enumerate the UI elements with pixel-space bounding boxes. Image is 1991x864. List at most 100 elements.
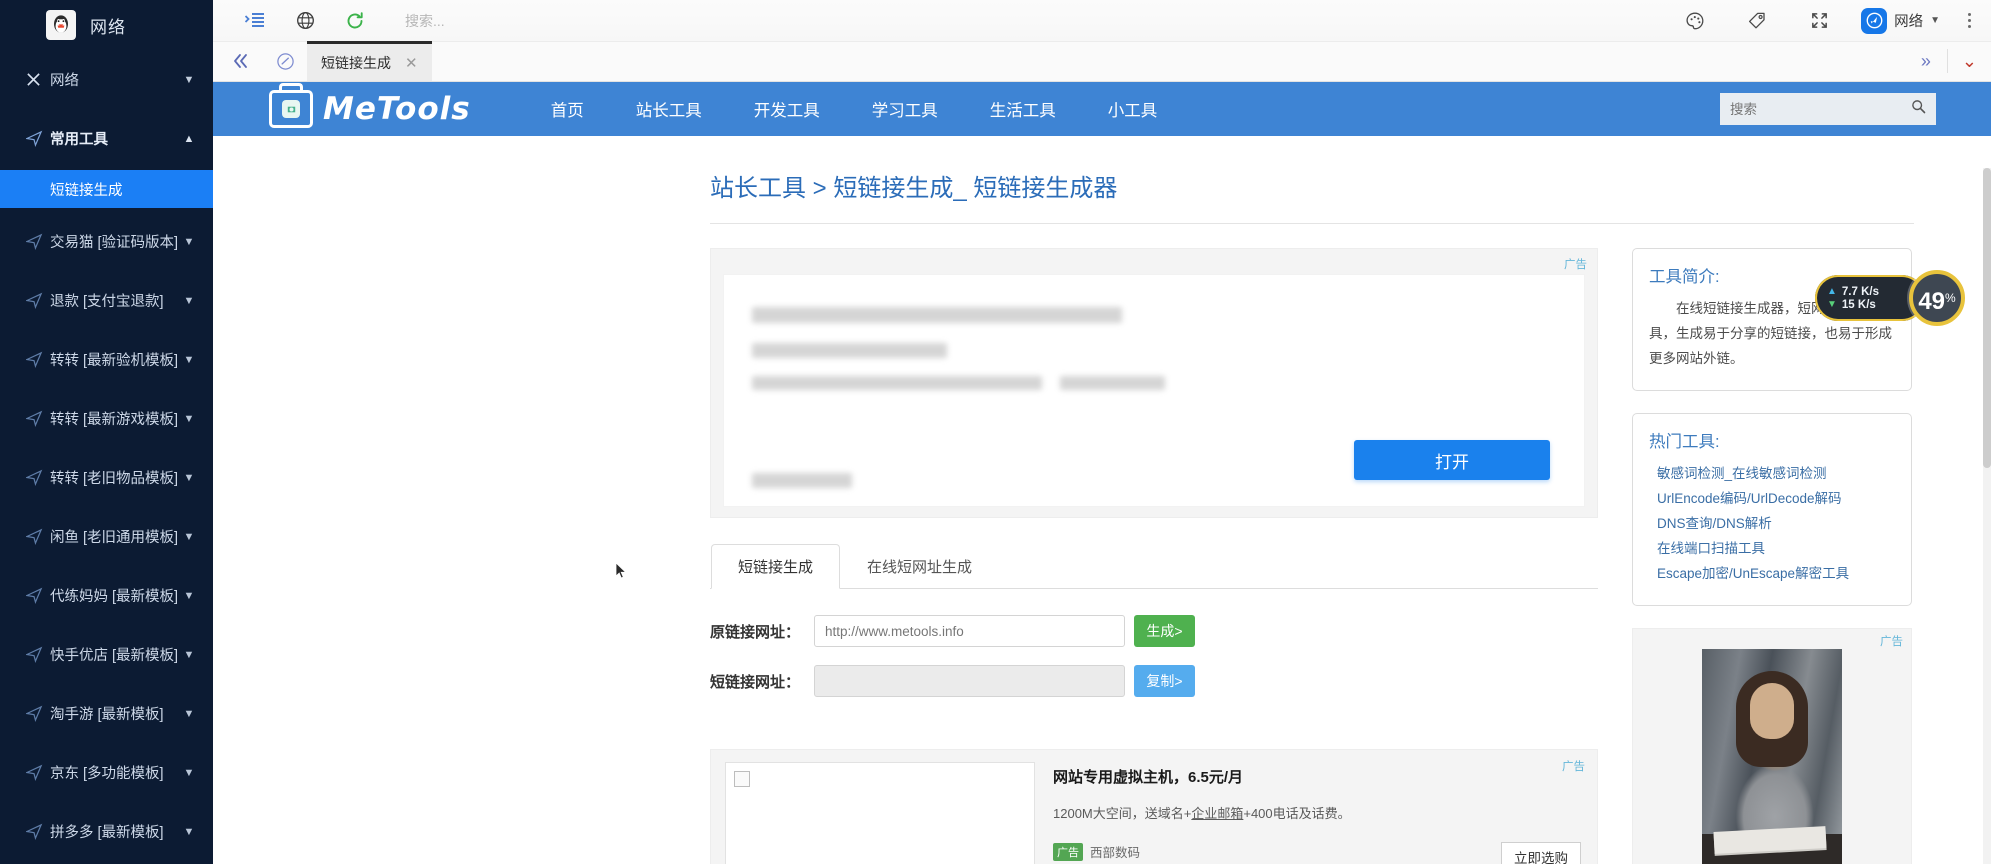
hot-tool-link[interactable]: UrlEncode编码/UrlDecode解码 <box>1657 491 1842 506</box>
form-tab[interactable]: 短链接生成 <box>711 544 840 589</box>
send-plane-icon <box>26 764 50 781</box>
chevron-up-icon[interactable]: ▲ <box>181 133 197 145</box>
short-link-form: 原链接网址： 生成> 短链接网址： 复制> <box>710 589 1598 697</box>
ad-label: 广告 <box>1562 758 1585 774</box>
source-url-input[interactable] <box>814 615 1125 647</box>
site-nav-item[interactable]: 学习工具 <box>846 97 964 121</box>
toolbar-search-placeholder[interactable]: 搜索... <box>405 11 445 31</box>
ad-source: 西部数码 <box>1090 842 1140 861</box>
double-chevron-left-icon[interactable] <box>219 41 263 81</box>
x-close-icon <box>26 72 50 87</box>
site-nav-item[interactable]: 开发工具 <box>728 97 846 121</box>
sidebar-item[interactable]: 转转 [老旧物品模板]▼ <box>0 448 213 507</box>
redacted-text-line <box>752 473 852 488</box>
chevron-down-icon[interactable]: ▼ <box>181 354 197 366</box>
sidebar-subitems: 短链接生成 <box>0 168 213 212</box>
send-plane-icon <box>26 292 50 309</box>
sidebar-item[interactable]: 拼多多 [最新模板]▼ <box>0 802 213 861</box>
bottom-ad-image[interactable] <box>725 762 1035 864</box>
browser-tab-active[interactable]: 短链接生成 ✕ <box>307 41 432 81</box>
sidebar-item-list: 交易猫 [验证码版本]▼退款 [支付宝退款]▼转转 [最新验机模板]▼转转 [最… <box>0 212 213 861</box>
sidebar-item[interactable]: 快手优店 [最新模板]▼ <box>0 625 213 684</box>
palette-icon[interactable] <box>1675 1 1715 41</box>
buy-now-button[interactable]: 立即选购 <box>1501 842 1581 864</box>
list-item: 在线端口扫描工具 <box>1657 537 1895 558</box>
sidebar-item[interactable]: 转转 [最新验机模板]▼ <box>0 330 213 389</box>
speedometer-icon[interactable] <box>263 41 307 81</box>
redacted-text-line <box>752 343 947 358</box>
sidebar-item[interactable]: 转转 [最新游戏模板]▼ <box>0 389 213 448</box>
bottom-ad-container: 广告 网站专用虚拟主机，6.5元/月 1200M大空间，送域名+企业邮箱+400… <box>710 749 1598 864</box>
sidebar-item[interactable]: 退款 [支付宝退款]▼ <box>0 271 213 330</box>
sidebar-brand: 网络 <box>0 0 213 50</box>
form-tab[interactable]: 在线短网址生成 <box>840 544 999 589</box>
globe-icon[interactable] <box>285 1 325 41</box>
site-search-input[interactable] <box>1730 102 1911 117</box>
search-icon[interactable] <box>1911 99 1926 119</box>
scrollbar-thumb[interactable] <box>1983 168 1991 468</box>
chevron-down-icon[interactable]: ▼ <box>181 767 197 779</box>
chevron-down-icon[interactable]: ⌄ <box>1948 51 1991 72</box>
list-panel-icon[interactable] <box>235 1 275 41</box>
page-scrollbar[interactable] <box>1983 168 1991 864</box>
sidebar-item[interactable]: 交易猫 [验证码版本]▼ <box>0 212 213 271</box>
chevron-down-icon[interactable]: ▼ <box>181 74 197 86</box>
cpu-usage-ring[interactable]: 49 % <box>1909 270 1965 326</box>
browser-window: 搜索... <box>213 0 1991 864</box>
sidebar-item[interactable]: 京东 [多功能模板]▼ <box>0 743 213 802</box>
double-chevron-right-icon[interactable]: » <box>1905 51 1947 72</box>
sidebar-item[interactable]: 闲鱼 [老旧通用模板]▼ <box>0 507 213 566</box>
site-nav-item[interactable]: 站长工具 <box>610 97 728 121</box>
chevron-down-icon[interactable]: ▼ <box>181 649 197 661</box>
generate-button[interactable]: 生成> <box>1134 615 1195 647</box>
expand-icon[interactable] <box>1799 1 1839 41</box>
more-vertical-icon[interactable] <box>1962 13 1977 28</box>
tag-icon[interactable] <box>1737 1 1777 41</box>
site-nav-item[interactable]: 首页 <box>525 97 610 121</box>
side-column: 工具简介: 在线短链接生成器，短网址生成工具，生成易于分享的短链接，也易于形成更… <box>1632 248 1912 864</box>
chevron-down-icon[interactable]: ▼ <box>181 590 197 602</box>
site-nav-item[interactable]: 小工具 <box>1082 97 1184 121</box>
hot-tool-link[interactable]: Escape加密/UnEscape解密工具 <box>1657 566 1849 581</box>
network-speed-widget[interactable]: ▲ 7.7 K/s ▼ 15 K/s 49 % <box>1815 270 1965 326</box>
sidebar-group-common-tools[interactable]: 常用工具 ▲ <box>0 109 213 168</box>
chevron-down-icon[interactable]: ▼ <box>181 472 197 484</box>
sidebar-item[interactable]: 代练妈妈 [最新模板]▼ <box>0 566 213 625</box>
chevron-down-icon[interactable]: ▼ <box>181 531 197 543</box>
top-ad-card[interactable]: 打开 <box>724 275 1584 506</box>
profile-name: 网络 <box>1894 10 1923 31</box>
short-url-input[interactable] <box>814 665 1125 697</box>
ad-desc-link[interactable]: 企业邮箱 <box>1191 806 1243 821</box>
chevron-down-icon[interactable]: ▼ <box>181 295 197 307</box>
chevron-down-icon[interactable]: ▼ <box>181 413 197 425</box>
short-url-label: 短链接网址： <box>710 671 814 692</box>
chevron-down-icon[interactable]: ▼ <box>181 708 197 720</box>
hot-tool-link[interactable]: 在线端口扫描工具 <box>1657 541 1765 556</box>
site-search[interactable] <box>1720 93 1936 125</box>
profile-chip[interactable]: 网络 ▼ <box>1861 8 1940 34</box>
copy-button[interactable]: 复制> <box>1134 665 1195 697</box>
reload-icon[interactable] <box>335 1 375 41</box>
page-title: 站长工具 > 短链接生成_ 短链接生成器 <box>213 136 1991 203</box>
close-icon[interactable]: ✕ <box>405 54 418 72</box>
chevron-down-icon[interactable]: ▼ <box>1930 15 1940 26</box>
side-ad-container[interactable]: 广告 COLUMBIA UNIVERSITY <box>1632 628 1912 864</box>
hot-tool-link[interactable]: 敏感词检测_在线敏感词检测 <box>1657 466 1827 481</box>
sidebar-item[interactable]: 淘手游 [最新模板]▼ <box>0 684 213 743</box>
app-root: 网络 网络 ▼ 常用工具 ▲ 短链接生成 交易猫 <box>0 0 1991 864</box>
ad-desc-after: +400电话及话费。 <box>1243 806 1350 821</box>
site-nav-item[interactable]: 生活工具 <box>964 97 1082 121</box>
page-viewport: MeTools 首页站长工具开发工具学习工具生活工具小工具 站长工具 > 短链接… <box>213 82 1991 864</box>
open-button[interactable]: 打开 <box>1354 440 1550 480</box>
arrow-down-icon: ▼ <box>1827 299 1837 310</box>
sidebar-item-short-link-generate[interactable]: 短链接生成 <box>0 170 213 208</box>
ad-desc-before: 1200M大空间，送域名+ <box>1053 806 1191 821</box>
chevron-down-icon[interactable]: ▼ <box>181 236 197 248</box>
site-header: MeTools 首页站长工具开发工具学习工具生活工具小工具 <box>213 82 1991 136</box>
chevron-down-icon[interactable]: ▼ <box>181 826 197 838</box>
send-plane-icon <box>26 823 50 840</box>
sidebar-account-row[interactable]: 网络 ▼ <box>0 50 213 109</box>
hot-tool-link[interactable]: DNS查询/DNS解析 <box>1657 516 1772 531</box>
bottom-ad-title[interactable]: 网站专用虚拟主机，6.5元/月 <box>1053 766 1583 787</box>
site-logo[interactable]: MeTools <box>269 90 471 128</box>
